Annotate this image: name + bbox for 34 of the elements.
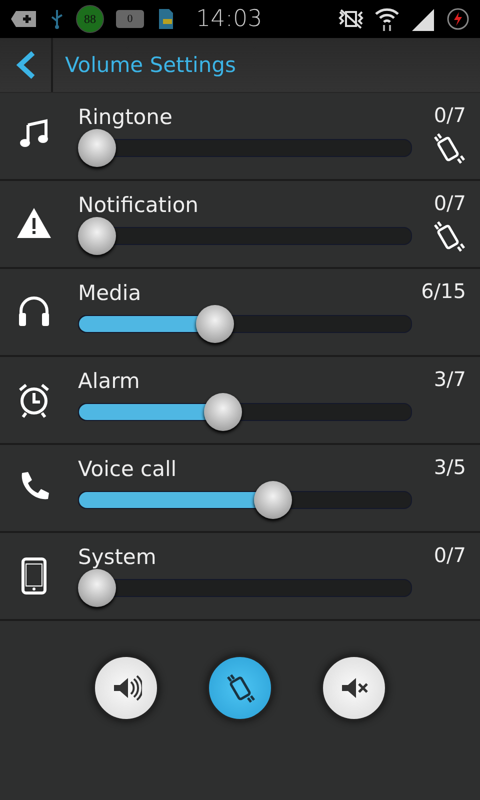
volume-reading: 0/7 bbox=[434, 191, 466, 215]
window-title: Volume Settings bbox=[65, 53, 236, 77]
temperature-badge: 88 bbox=[76, 5, 104, 33]
volume-reading: 0/7 bbox=[434, 103, 466, 127]
alarm-clock-icon bbox=[16, 381, 52, 419]
sd-card-icon bbox=[156, 8, 174, 30]
slider-thumb[interactable] bbox=[254, 481, 292, 519]
channel-label: Media bbox=[78, 281, 142, 305]
signal-icon bbox=[410, 7, 436, 31]
vibrate-icon bbox=[224, 672, 256, 704]
vibrate-icon bbox=[432, 131, 466, 165]
vibrate-mute-icon bbox=[338, 8, 364, 30]
slider-thumb[interactable] bbox=[204, 393, 242, 431]
channel-label: Voice call bbox=[78, 457, 178, 481]
clock: 14:03 bbox=[196, 6, 262, 32]
volume-reading: 3/7 bbox=[434, 367, 466, 391]
slider-thumb[interactable] bbox=[78, 569, 116, 607]
volume-reading: 0/7 bbox=[434, 543, 466, 567]
channel-label: Ringtone bbox=[78, 105, 174, 129]
channel-label: Alarm bbox=[78, 369, 141, 393]
wifi-icon bbox=[374, 6, 400, 32]
volume-reading: 3/5 bbox=[434, 455, 466, 479]
channel-label: System bbox=[78, 545, 158, 569]
slider-thumb[interactable] bbox=[196, 305, 234, 343]
chevron-left-icon bbox=[14, 51, 36, 79]
battery-badge: 0 bbox=[116, 10, 144, 28]
channel-label: Notification bbox=[78, 193, 200, 217]
vibrate-icon bbox=[432, 219, 466, 253]
volume-reading: 6/15 bbox=[421, 279, 466, 303]
slider-thumb[interactable] bbox=[78, 129, 116, 167]
usb-icon bbox=[50, 9, 64, 29]
slider-thumb[interactable] bbox=[78, 217, 116, 255]
add-notification-icon bbox=[10, 9, 38, 29]
charging-icon bbox=[446, 7, 470, 31]
